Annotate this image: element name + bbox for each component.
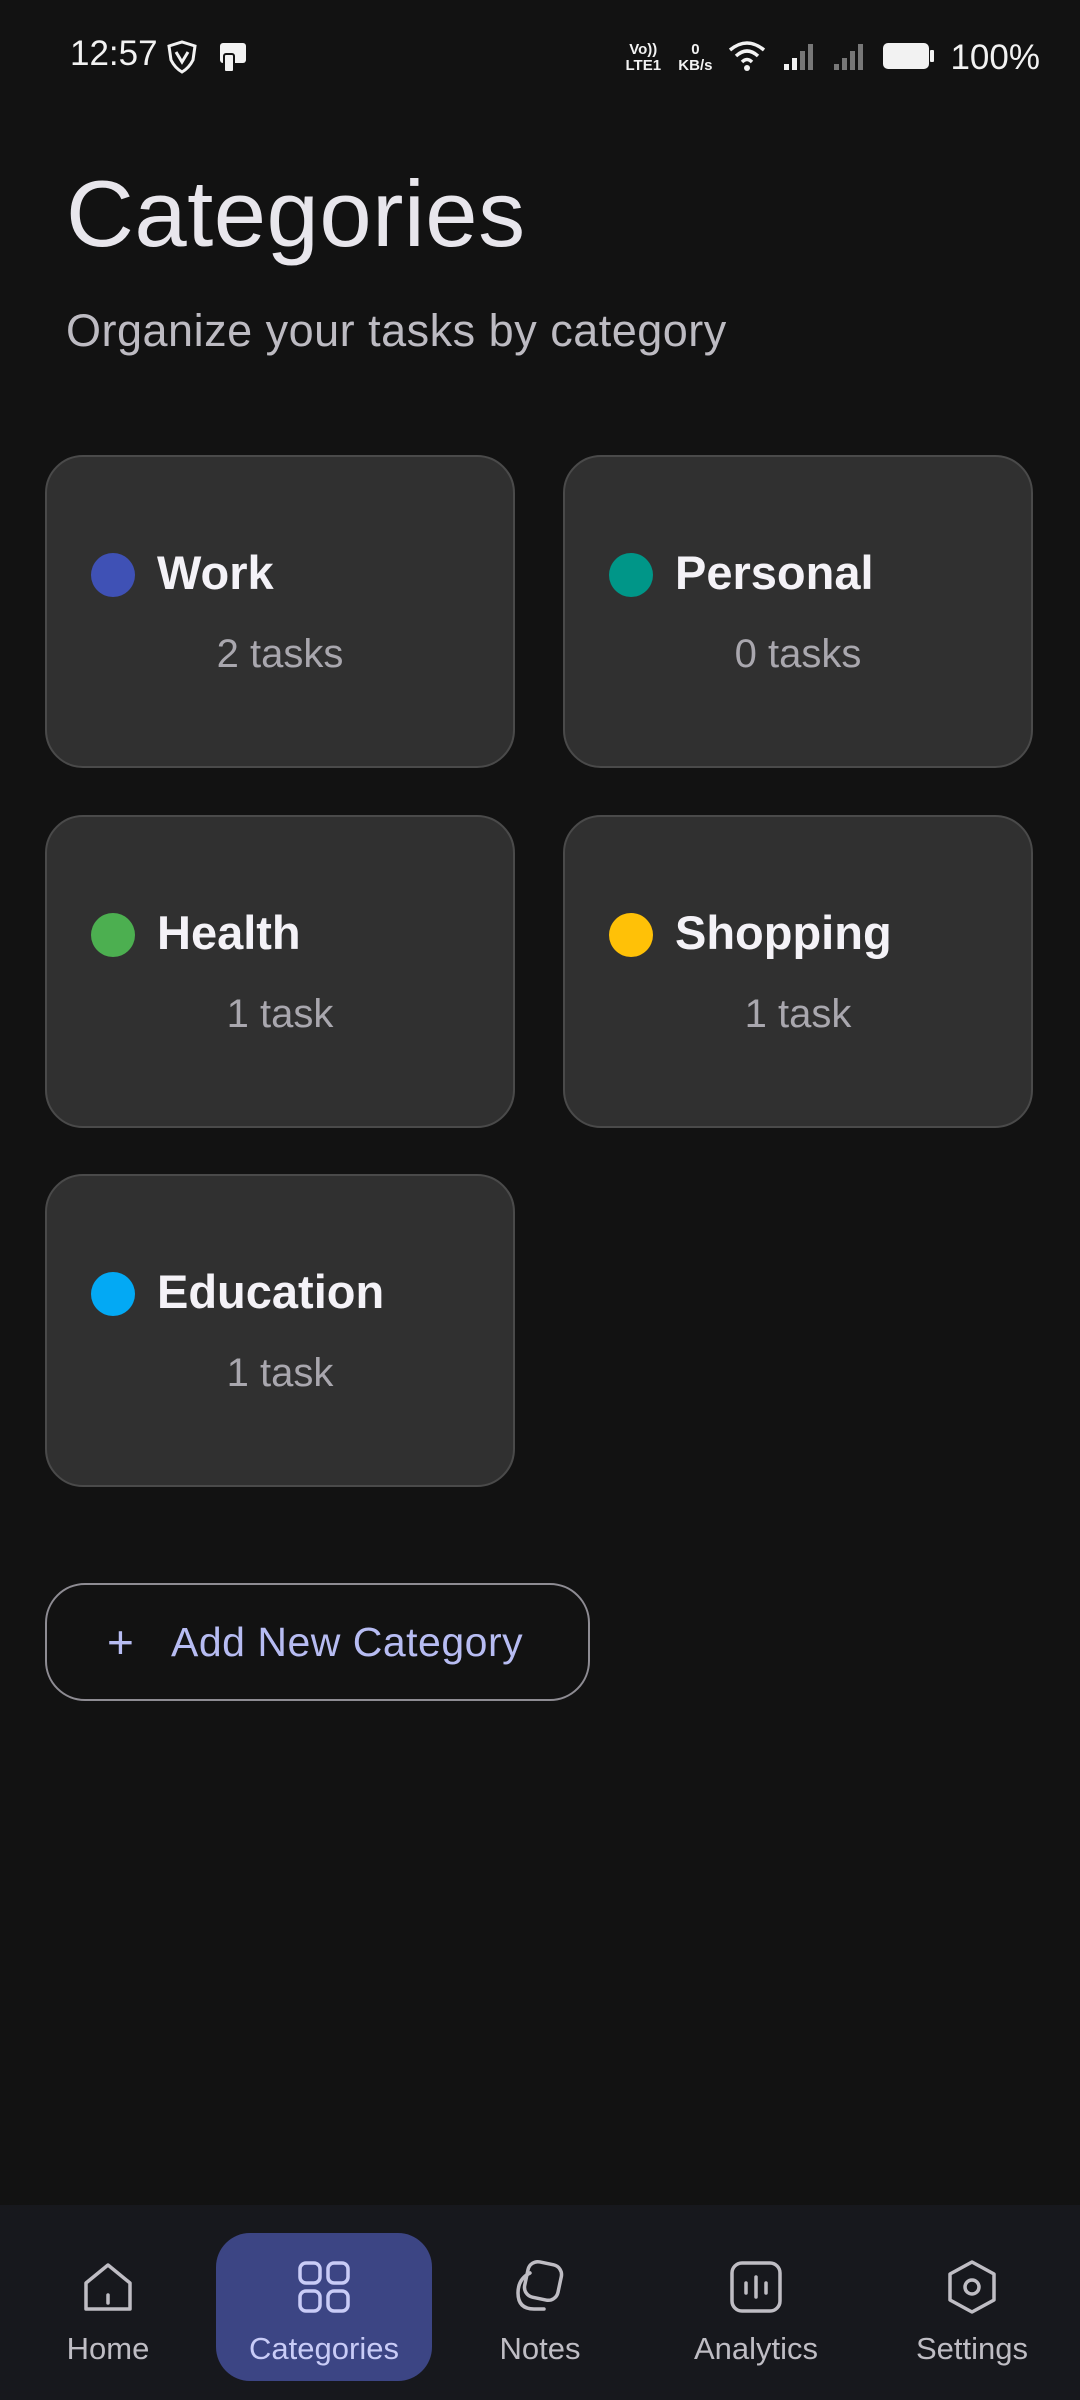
analytics-icon — [726, 2257, 786, 2317]
page-subtitle: Organize your tasks by category — [66, 305, 727, 356]
nav-item-notes[interactable]: Notes — [432, 2227, 648, 2379]
category-color-dot — [91, 913, 135, 957]
battery-icon — [882, 41, 935, 76]
nav-item-analytics[interactable]: Analytics — [648, 2227, 864, 2379]
nav-item-home[interactable]: Home — [0, 2227, 216, 2379]
nav-item-settings[interactable]: Settings — [864, 2227, 1080, 2379]
status-bar: 12:57 Vo)) LTE1 0 KB/s 100% — [0, 0, 1080, 116]
wifi-icon — [728, 40, 766, 77]
page-title: Categories — [66, 161, 526, 266]
battery-percent: 100% — [950, 38, 1040, 77]
nav-label: Settings — [915, 2331, 1028, 2366]
nav-item-categories[interactable]: Categories — [216, 2227, 432, 2381]
category-task-count: 1 task — [226, 992, 334, 1036]
category-task-count: 2 tasks — [216, 632, 344, 676]
nav-label: Home — [66, 2331, 150, 2366]
volte-indicator: Vo)) LTE1 — [625, 41, 662, 74]
add-category-label: Add New Category — [171, 1618, 524, 1665]
category-card-work[interactable]: Work 2 tasks — [45, 455, 515, 768]
status-right-group: Vo)) LTE1 0 KB/s 100% — [624, 34, 1041, 82]
status-time: 12:57 — [70, 34, 158, 73]
settings-icon — [942, 2257, 1002, 2317]
bottom-navigation: Home Categories Notes Analytics Settings — [0, 2205, 1080, 2400]
category-card-education[interactable]: Education 1 task — [45, 1174, 515, 1487]
category-task-count: 0 tasks — [734, 632, 862, 676]
vpn-shield-icon — [165, 40, 199, 79]
network-speed: 0 KB/s — [678, 41, 713, 74]
nav-label: Notes — [499, 2331, 581, 2366]
plus-icon: + — [107, 1616, 134, 1668]
category-name: Health — [157, 906, 301, 959]
app-notification-icon — [214, 40, 250, 79]
category-card-personal[interactable]: Personal 0 tasks — [563, 455, 1033, 768]
category-name: Personal — [675, 546, 874, 599]
add-category-button[interactable]: + Add New Category — [45, 1583, 590, 1701]
category-name: Shopping — [675, 906, 892, 959]
signal-1-icon — [782, 40, 816, 77]
grid-icon — [294, 2257, 354, 2317]
home-icon — [78, 2257, 138, 2317]
category-color-dot — [91, 1272, 135, 1316]
nav-label: Categories — [249, 2331, 399, 2366]
category-color-dot — [91, 553, 135, 597]
notes-icon — [510, 2257, 570, 2317]
category-color-dot — [609, 553, 653, 597]
category-task-count: 1 task — [226, 1351, 334, 1395]
category-card-health[interactable]: Health 1 task — [45, 815, 515, 1128]
category-name: Work — [157, 546, 274, 599]
nav-label: Analytics — [693, 2331, 819, 2366]
category-card-shopping[interactable]: Shopping 1 task — [563, 815, 1033, 1128]
category-color-dot — [609, 913, 653, 957]
category-name: Education — [157, 1265, 385, 1318]
signal-2-icon — [832, 40, 866, 77]
category-task-count: 1 task — [744, 992, 852, 1036]
